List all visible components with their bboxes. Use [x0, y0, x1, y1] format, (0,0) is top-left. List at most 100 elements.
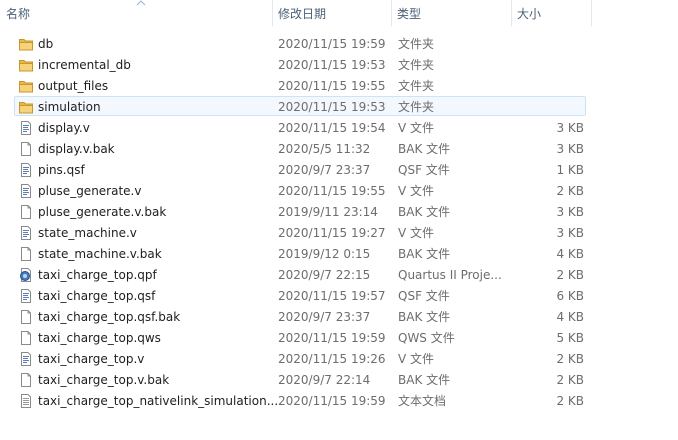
file-name: pins.qsf — [38, 163, 85, 177]
column-header-size-label: 大小 — [517, 7, 542, 21]
column-header-type-label: 类型 — [397, 7, 422, 21]
file-size: 3 KB — [556, 226, 584, 240]
file-icon — [18, 330, 34, 346]
file-modified-date: 2020/9/7 23:37 — [278, 310, 371, 324]
file-modified-date: 2020/9/7 22:14 — [278, 373, 371, 387]
list-item[interactable]: output_files 2020/11/15 19:55 文件夹 — [0, 75, 678, 96]
file-size: 3 KB — [556, 205, 584, 219]
file-name: state_machine.v.bak — [38, 247, 162, 261]
column-header-bar: 名称 修改日期 类型 大小 — [0, 0, 678, 26]
file-modified-date: 2020/11/15 19:55 — [278, 184, 386, 198]
file-size: 2 KB — [556, 268, 584, 282]
file-modified-date: 2020/11/15 19:54 — [278, 121, 386, 135]
file-icon — [18, 204, 34, 220]
list-item[interactable]: taxi_charge_top.qsf.bak 2020/9/7 23:37 BAK… — [0, 306, 678, 327]
file-modified-date: 2019/9/12 0:15 — [278, 247, 371, 261]
file-name: taxi_charge_top.qsf.bak — [38, 310, 181, 324]
file-modified-date: 2020/9/7 22:15 — [278, 268, 371, 282]
folder-icon — [18, 57, 34, 73]
list-item[interactable]: state_machine.v 2020/11/15 19:27 V 文件 3 KB — [0, 222, 678, 243]
file-size: 2 KB — [556, 373, 584, 387]
file-type: QWS 文件 — [398, 331, 455, 345]
code-file-icon — [18, 225, 34, 241]
list-item[interactable]: incremental_db 2020/11/15 19:53 文件夹 — [0, 54, 678, 75]
file-type: Quartus II Proje... — [398, 268, 502, 282]
file-type: QSF 文件 — [398, 289, 450, 303]
list-item[interactable]: taxi_charge_top.v 2020/11/15 19:26 V 文件 2 K… — [0, 348, 678, 369]
folder-icon — [18, 36, 34, 52]
list-item[interactable]: taxi_charge_top.v.bak 2020/9/7 22:14 BAK 文… — [0, 369, 678, 390]
list-item[interactable]: taxi_charge_top_nativelink_simulation...… — [0, 390, 678, 411]
file-name: taxi_charge_top_nativelink_simulation...… — [38, 394, 282, 408]
file-name: display.v.bak — [38, 142, 115, 156]
file-name: pluse_generate.v — [38, 184, 142, 198]
file-name: incremental_db — [38, 58, 131, 72]
column-header-size[interactable]: 大小 — [511, 0, 591, 26]
file-name: taxi_charge_top.v.bak — [38, 373, 170, 387]
file-icon — [18, 141, 34, 157]
list-item[interactable]: display.v.bak 2020/5/5 11:32 BAK 文件 3 KB — [0, 138, 678, 159]
list-item-selected[interactable]: simulation 2020/11/15 19:53 文件夹 — [0, 96, 678, 117]
sort-ascending-icon — [136, 0, 146, 6]
file-size: 2 KB — [556, 184, 584, 198]
file-icon — [18, 246, 34, 262]
file-size: 4 KB — [556, 247, 584, 261]
file-name: state_machine.v — [38, 226, 137, 240]
file-modified-date: 2020/11/15 19:57 — [278, 289, 386, 303]
file-name: taxi_charge_top.v — [38, 352, 145, 366]
file-name: display.v — [38, 121, 90, 135]
file-modified-date: 2019/9/11 23:14 — [278, 205, 378, 219]
file-modified-date: 2020/11/15 19:27 — [278, 226, 386, 240]
file-size: 5 KB — [556, 331, 584, 345]
file-size: 2 KB — [556, 352, 584, 366]
list-item[interactable]: pins.qsf 2020/9/7 23:37 QSF 文件 1 KB — [0, 159, 678, 180]
file-type: V 文件 — [398, 352, 435, 366]
code-file-icon — [18, 162, 34, 178]
file-name: db — [38, 37, 54, 51]
folder-icon — [18, 99, 34, 115]
quartus-project-icon — [18, 267, 34, 283]
file-modified-date: 2020/11/15 19:59 — [278, 394, 386, 408]
file-name: taxi_charge_top.qpf — [38, 268, 157, 282]
file-type: BAK 文件 — [398, 142, 451, 156]
file-name: taxi_charge_top.qws — [38, 331, 161, 345]
file-modified-date: 2020/11/15 19:26 — [278, 352, 386, 366]
file-name: taxi_charge_top.qsf — [38, 289, 156, 303]
code-file-icon — [18, 120, 34, 136]
column-divider[interactable] — [591, 0, 592, 26]
file-type: QSF 文件 — [398, 163, 450, 177]
file-type: BAK 文件 — [398, 373, 451, 387]
file-type: 文件夹 — [398, 79, 435, 93]
file-modified-date: 2020/11/15 19:53 — [278, 100, 386, 114]
file-type: 文件夹 — [398, 58, 435, 72]
file-size: 3 KB — [556, 142, 584, 156]
list-item[interactable]: taxi_charge_top.qsf 2020/11/15 19:57 QSF 文… — [0, 285, 678, 306]
file-type: 文件夹 — [398, 37, 435, 51]
file-size: 3 KB — [556, 121, 584, 135]
list-item[interactable]: taxi_charge_top.qpf 2020/9/7 22:15 Quartus… — [0, 264, 678, 285]
list-item[interactable]: display.v 2020/11/15 19:54 V 文件 3 KB — [0, 117, 678, 138]
list-item[interactable]: db 2020/11/15 19:59 文件夹 — [0, 33, 678, 54]
column-header-modified[interactable]: 修改日期 — [272, 0, 392, 26]
file-size: 4 KB — [556, 310, 584, 324]
file-size: 2 KB — [556, 394, 584, 408]
file-modified-date: 2020/5/5 11:32 — [278, 142, 371, 156]
file-type: V 文件 — [398, 184, 435, 198]
file-icon — [18, 309, 34, 325]
file-modified-date: 2020/11/15 19:59 — [278, 331, 386, 345]
file-modified-date: 2020/11/15 19:53 — [278, 58, 386, 72]
list-item[interactable]: pluse_generate.v 2020/11/15 19:55 V 文件 2 KB — [0, 180, 678, 201]
file-size: 1 KB — [556, 163, 584, 177]
code-file-icon — [18, 351, 34, 367]
list-item[interactable]: state_machine.v.bak 2019/9/12 0:15 BAK 文件 4… — [0, 243, 678, 264]
column-header-type[interactable]: 类型 — [391, 0, 511, 26]
file-name: simulation — [38, 100, 101, 114]
file-type: BAK 文件 — [398, 247, 451, 261]
file-modified-date: 2020/9/7 23:37 — [278, 163, 371, 177]
file-type: V 文件 — [398, 121, 435, 135]
file-type: V 文件 — [398, 226, 435, 240]
file-name: output_files — [38, 79, 109, 93]
column-header-name-label: 名称 — [6, 7, 31, 21]
list-item[interactable]: pluse_generate.v.bak 2019/9/11 23:14 BAK 文… — [0, 201, 678, 222]
list-item[interactable]: taxi_charge_top.qws 2020/11/15 19:59 QWS 文… — [0, 327, 678, 348]
